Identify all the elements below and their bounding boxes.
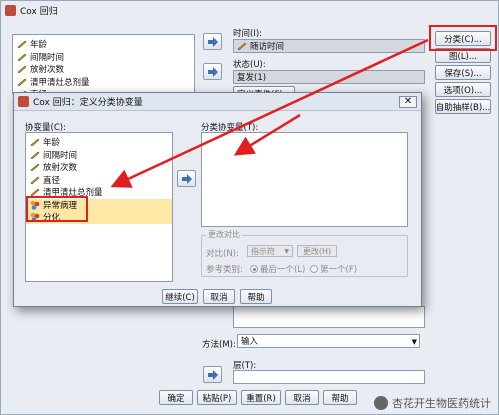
define-categorical-dialog: Cox 回归：定义分类协变量 ✕ 协变量(C): 年龄 间隔时间 放射次数 直径… <box>13 92 422 307</box>
ruler-icon <box>17 40 27 49</box>
ruler-icon <box>30 138 40 147</box>
list-item[interactable]: 异常病理 <box>26 198 172 211</box>
ruler-icon <box>30 151 40 160</box>
arrow-right-icon <box>207 66 218 77</box>
chevron-down-icon: ▼ <box>284 247 289 255</box>
dialog-titlebar: Cox 回归：定义分类协变量 <box>14 93 421 111</box>
list-item[interactable]: 间隔时间 <box>13 51 194 64</box>
list-item[interactable]: 年龄 <box>26 136 172 149</box>
arrow-right-icon <box>207 36 218 47</box>
watermark: 杏花开生物医药统计 <box>374 395 491 411</box>
change-contrast-button[interactable]: 更改(H) <box>297 245 337 257</box>
dialog-help-button[interactable]: 帮助 <box>240 289 272 304</box>
ok-button[interactable]: 确定 <box>159 390 193 405</box>
list-item[interactable]: 直径 <box>26 174 172 187</box>
move-to-status-button[interactable] <box>203 63 222 80</box>
reference-category-label: 参考类别: <box>206 265 243 275</box>
ruler-icon <box>237 42 247 51</box>
method-label: 方法(M): <box>202 340 236 350</box>
method-value: 输入 <box>241 337 259 347</box>
reset-button[interactable]: 重置(R) <box>241 390 281 405</box>
time-field[interactable]: 随访时间 <box>233 39 425 53</box>
reference-first-option[interactable]: 第一个(F) <box>310 263 357 275</box>
covariate-label: 间隔时间 <box>43 150 78 161</box>
contrast-value: 指示符 <box>251 246 275 256</box>
radio-last[interactable] <box>250 265 258 273</box>
main-variable-list[interactable]: 年龄 间隔时间 放射次数 清甲清灶总剂量 直径 <box>12 34 195 100</box>
main-titlebar: Cox 回归 <box>1 1 498 19</box>
main-title: Cox 回归 <box>20 6 58 17</box>
list-item[interactable]: 放射次数 <box>26 161 172 174</box>
continue-button[interactable]: 继续(C) <box>162 289 198 304</box>
variable-label: 清甲清灶总剂量 <box>30 77 90 88</box>
list-item[interactable]: 放射次数 <box>13 63 194 76</box>
covariate-label: 异常病理 <box>43 200 78 211</box>
dialog-cancel-button[interactable]: 取消 <box>203 289 235 304</box>
ruler-icon <box>17 53 27 62</box>
change-contrast-title: 更改对比 <box>206 229 242 240</box>
bootstrap-button[interactable]: 自助抽样(B)... <box>435 99 491 114</box>
nominal-icon <box>30 200 40 210</box>
change-contrast-label: 更改(H) <box>302 246 332 256</box>
categorical-list[interactable] <box>201 132 408 227</box>
move-to-categorical-button[interactable] <box>177 170 196 187</box>
watermark-text: 杏花开生物医药统计 <box>392 397 491 410</box>
radio-last-label: 最后一个(L) <box>260 265 306 275</box>
variable-label: 间隔时间 <box>30 52 65 63</box>
options-button[interactable]: 选项(O)... <box>435 82 491 97</box>
ruler-icon <box>30 163 40 172</box>
cancel-button[interactable]: 取消 <box>285 390 319 405</box>
move-to-strata-button[interactable] <box>203 366 222 383</box>
help-button[interactable]: 帮助 <box>323 390 357 405</box>
wechat-logo-icon <box>374 396 388 410</box>
status-value: 复发(1) <box>237 73 267 83</box>
covariate-label: 清甲清灶总剂量 <box>43 188 103 199</box>
app-icon <box>5 4 16 16</box>
arrow-right-icon <box>207 369 218 380</box>
close-icon[interactable]: ✕ <box>399 96 417 108</box>
list-item[interactable]: 分化 <box>26 211 172 224</box>
covariate-label: 放射次数 <box>43 163 78 174</box>
ruler-icon <box>17 78 27 87</box>
nominal-icon <box>30 212 40 223</box>
paste-button[interactable]: 粘贴(P) <box>197 390 237 405</box>
variable-label: 放射次数 <box>30 65 65 76</box>
method-dropdown[interactable]: 输入 ▼ <box>237 334 420 348</box>
radio-first-label: 第一个(F) <box>320 265 358 275</box>
arrow-right-icon <box>181 173 192 184</box>
list-item[interactable]: 间隔时间 <box>26 149 172 162</box>
plots-button[interactable]: 图(L)... <box>435 48 491 63</box>
list-item[interactable]: 清甲清灶总剂量 <box>26 186 172 199</box>
strata-field[interactable] <box>233 370 425 384</box>
reference-last-option[interactable]: 最后一个(L) <box>250 263 305 275</box>
covariate-label: 分化 <box>43 213 61 224</box>
contrast-label: 对比(N): <box>206 249 239 259</box>
radio-first[interactable] <box>310 265 318 273</box>
ruler-icon <box>17 65 27 74</box>
save-button[interactable]: 保存(S)... <box>435 65 491 80</box>
app-icon <box>18 96 29 107</box>
covariates-list[interactable]: 年龄 间隔时间 放射次数 直径 清甲清灶总剂量 异常病理 分化 <box>25 132 173 282</box>
covariate-block-list[interactable] <box>233 306 425 328</box>
time-label: 时间(I): <box>233 29 263 39</box>
covariate-label: 年龄 <box>43 138 61 149</box>
status-field[interactable]: 复发(1) <box>233 70 425 84</box>
ruler-icon <box>30 188 40 197</box>
list-item[interactable]: 年龄 <box>13 38 194 51</box>
chevron-down-icon: ▼ <box>411 338 417 346</box>
list-item[interactable]: 清甲清灶总剂量 <box>13 76 194 89</box>
time-value: 随访时间 <box>250 42 285 52</box>
variable-label: 年龄 <box>30 40 48 51</box>
dialog-title: Cox 回归：定义分类协变量 <box>33 98 143 108</box>
status-label: 状态(U): <box>233 60 266 70</box>
covariate-label: 直径 <box>43 175 61 186</box>
contrast-dropdown[interactable]: 指示符 ▼ <box>247 245 293 257</box>
move-to-time-button[interactable] <box>203 33 222 50</box>
categorical-button[interactable]: 分类(C)... <box>435 31 491 46</box>
ruler-icon <box>30 176 40 185</box>
